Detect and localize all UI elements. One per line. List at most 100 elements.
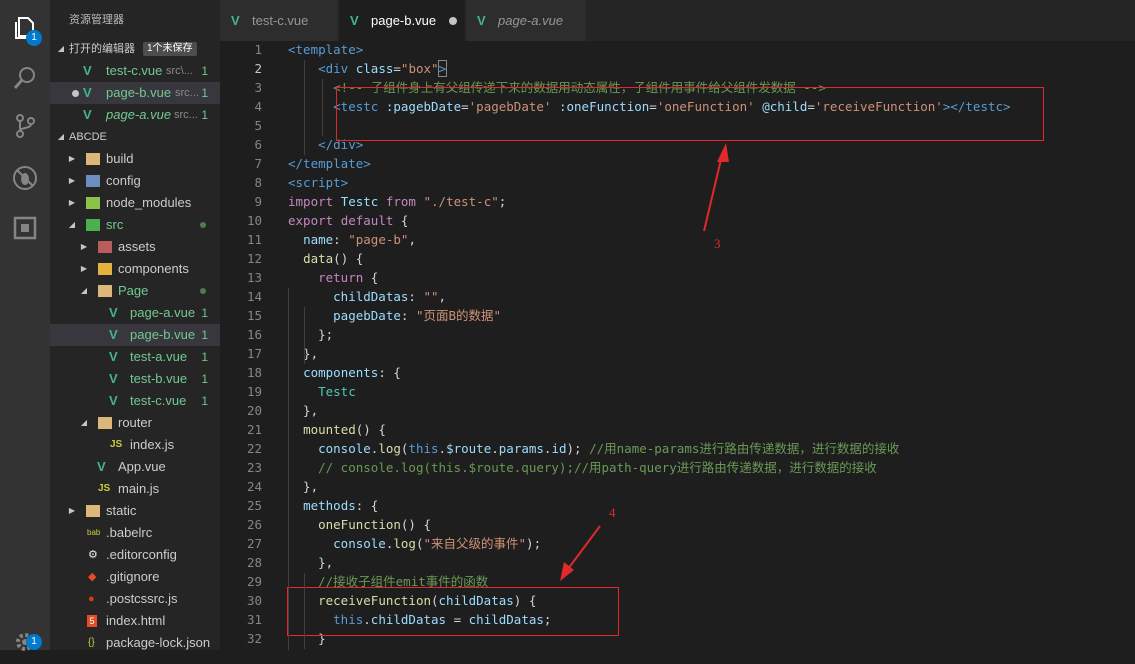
tree-file[interactable]: V test-a.vue 1	[50, 346, 220, 368]
tree-file[interactable]: 5 index.html	[50, 610, 220, 632]
code-line[interactable]: return {	[288, 268, 378, 287]
folder-icon	[86, 219, 100, 231]
code-line[interactable]: pagebDate: "页面B的数据"	[288, 306, 501, 325]
code-line[interactable]: <template>	[288, 41, 363, 59]
open-editor-item[interactable]: V page-b.vue src... 1	[50, 82, 220, 104]
tree-file[interactable]: ⚙ .editorconfig	[50, 544, 220, 566]
code-line[interactable]: Testc	[288, 382, 356, 401]
tree-folder[interactable]: ◢ Page	[50, 280, 220, 302]
tree-file[interactable]: V page-a.vue 1	[50, 302, 220, 324]
code-line[interactable]: import Testc from "./test-c";	[288, 192, 506, 211]
js-file-icon: JS	[110, 439, 123, 450]
tree-file[interactable]: JS main.js	[50, 478, 220, 500]
line-number: 3	[254, 80, 262, 95]
tree-file[interactable]: JS index.js	[50, 434, 220, 456]
tab-page-a[interactable]: V page-a.vue	[466, 0, 587, 41]
code-line[interactable]: </template>	[288, 154, 371, 173]
open-editor-item[interactable]: V page-a.vue src... 1	[50, 104, 220, 126]
chevron-right-icon: ▶	[68, 176, 76, 185]
vue-file-icon: V	[109, 305, 118, 320]
open-editors-header[interactable]: ◢ 打开的编辑器 1个未保存	[50, 38, 220, 60]
code-line[interactable]: },	[288, 477, 318, 496]
code-line[interactable]: // console.log(this.$route.query);//用pat…	[288, 458, 877, 477]
code-line[interactable]: this.childDatas = childDatas;	[288, 610, 551, 629]
debug-icon[interactable]	[0, 156, 50, 200]
code-line[interactable]: }	[288, 629, 326, 648]
js-file-icon: JS	[98, 483, 111, 494]
line-number: 15	[246, 308, 262, 323]
folder-icon	[86, 153, 100, 165]
code-editor[interactable]: 1 2 3 4 5 6 7 8 9 10 11 12 13 14 15 16 17 18 19 20 21 22 23 24 2…	[220, 41, 1135, 650]
code-line[interactable]: };	[288, 325, 333, 344]
tree-folder[interactable]: ▶ config	[50, 170, 220, 192]
search-icon[interactable]	[0, 56, 50, 100]
tree-file[interactable]: V test-b.vue 1	[50, 368, 220, 390]
tree-folder[interactable]: ◢ src	[50, 214, 220, 236]
tree-folder[interactable]: ▶ node_modules	[50, 192, 220, 214]
chevron-down-icon: ◢	[80, 286, 88, 295]
code-line[interactable]: receiveFunction(childDatas) {	[288, 591, 536, 610]
code-line[interactable]: <testc :pagebDate='pagebDate' :oneFuncti…	[288, 97, 1010, 116]
code-line[interactable]: data() {	[288, 249, 363, 268]
tree-file[interactable]: ◆ .gitignore	[50, 566, 220, 588]
tree-file[interactable]: V page-b.vue 1	[50, 324, 220, 346]
code-line[interactable]: console.log(this.$route.params.id); //用n…	[288, 439, 899, 458]
settings-badge: 1	[26, 634, 42, 650]
html-file-icon: 5	[87, 615, 97, 627]
folder-icon	[86, 175, 100, 187]
code-line[interactable]: oneFunction() {	[288, 515, 431, 534]
code-line[interactable]: <script>	[288, 173, 348, 192]
vue-file-icon: V	[83, 107, 92, 122]
indent-guide	[304, 307, 305, 364]
code-line[interactable]: //接收子组件emit事件的函数	[288, 572, 488, 591]
code-line[interactable]: <div class="box">	[288, 59, 448, 78]
code-line[interactable]: mounted() {	[288, 420, 386, 439]
code-line[interactable]: components: {	[288, 363, 401, 382]
unsaved-dot-icon	[72, 90, 79, 97]
line-number: 16	[246, 327, 262, 342]
tree-file[interactable]: bab .babelrc	[50, 522, 220, 544]
unsaved-dot-icon[interactable]	[449, 17, 457, 25]
files-icon[interactable]: 1	[0, 6, 50, 50]
tab-test-c[interactable]: V test-c.vue	[220, 0, 339, 41]
tab-page-b[interactable]: V page-b.vue	[339, 0, 466, 41]
modified-dot-icon	[200, 222, 206, 228]
project-header[interactable]: ◢ ABCDE	[50, 126, 220, 148]
code-line[interactable]: methods: {	[288, 496, 378, 515]
code-line[interactable]: export default {	[288, 211, 408, 230]
chevron-down-icon: ◢	[68, 220, 76, 229]
tree-folder[interactable]: ▶ static	[50, 500, 220, 522]
extensions-icon[interactable]	[0, 206, 50, 250]
tree-file[interactable]: ● .postcssrc.js	[50, 588, 220, 610]
code-line[interactable]: name: "page-b",	[288, 230, 416, 249]
tree-folder[interactable]: ▶ assets	[50, 236, 220, 258]
code-line[interactable]: childDatas: "",	[288, 287, 446, 306]
source-control-icon[interactable]	[0, 104, 50, 148]
chevron-right-icon: ▶	[68, 154, 76, 163]
editorconfig-file-icon: ⚙	[88, 549, 98, 561]
indent-guide	[288, 288, 289, 650]
annotation-arrows	[560, 143, 729, 581]
modified-dot-icon	[200, 288, 206, 294]
line-number: 7	[254, 156, 262, 171]
line-number: 19	[246, 384, 262, 399]
postcss-file-icon: ●	[88, 593, 95, 605]
code-line[interactable]: console.log("来自父级的事件");	[288, 534, 541, 553]
open-editor-item[interactable]: V test-c.vue src\... 1	[50, 60, 220, 82]
code-line[interactable]: },	[288, 553, 333, 572]
babel-file-icon: bab	[87, 528, 101, 537]
line-number: 32	[246, 631, 262, 646]
settings-icon[interactable]: 1	[0, 620, 50, 664]
code-line[interactable]: },	[288, 401, 318, 420]
line-number: 18	[246, 365, 262, 380]
tree-file[interactable]: V test-c.vue 1	[50, 390, 220, 412]
tree-folder[interactable]: ◢ router	[50, 412, 220, 434]
code-line[interactable]: </div>	[288, 135, 363, 154]
tree-file[interactable]: V App.vue	[50, 456, 220, 478]
tree-folder[interactable]: ▶ components	[50, 258, 220, 280]
tree-folder[interactable]: ▶ build	[50, 148, 220, 170]
line-number: 14	[246, 289, 262, 304]
vue-file-icon: V	[83, 85, 92, 100]
code-line[interactable]: <!-- 子组件身上有父组传递下来的数据用动态属性，子组件用事件给父组件发数据 …	[288, 78, 826, 97]
tree-file[interactable]: {} package-lock.json	[50, 632, 220, 650]
